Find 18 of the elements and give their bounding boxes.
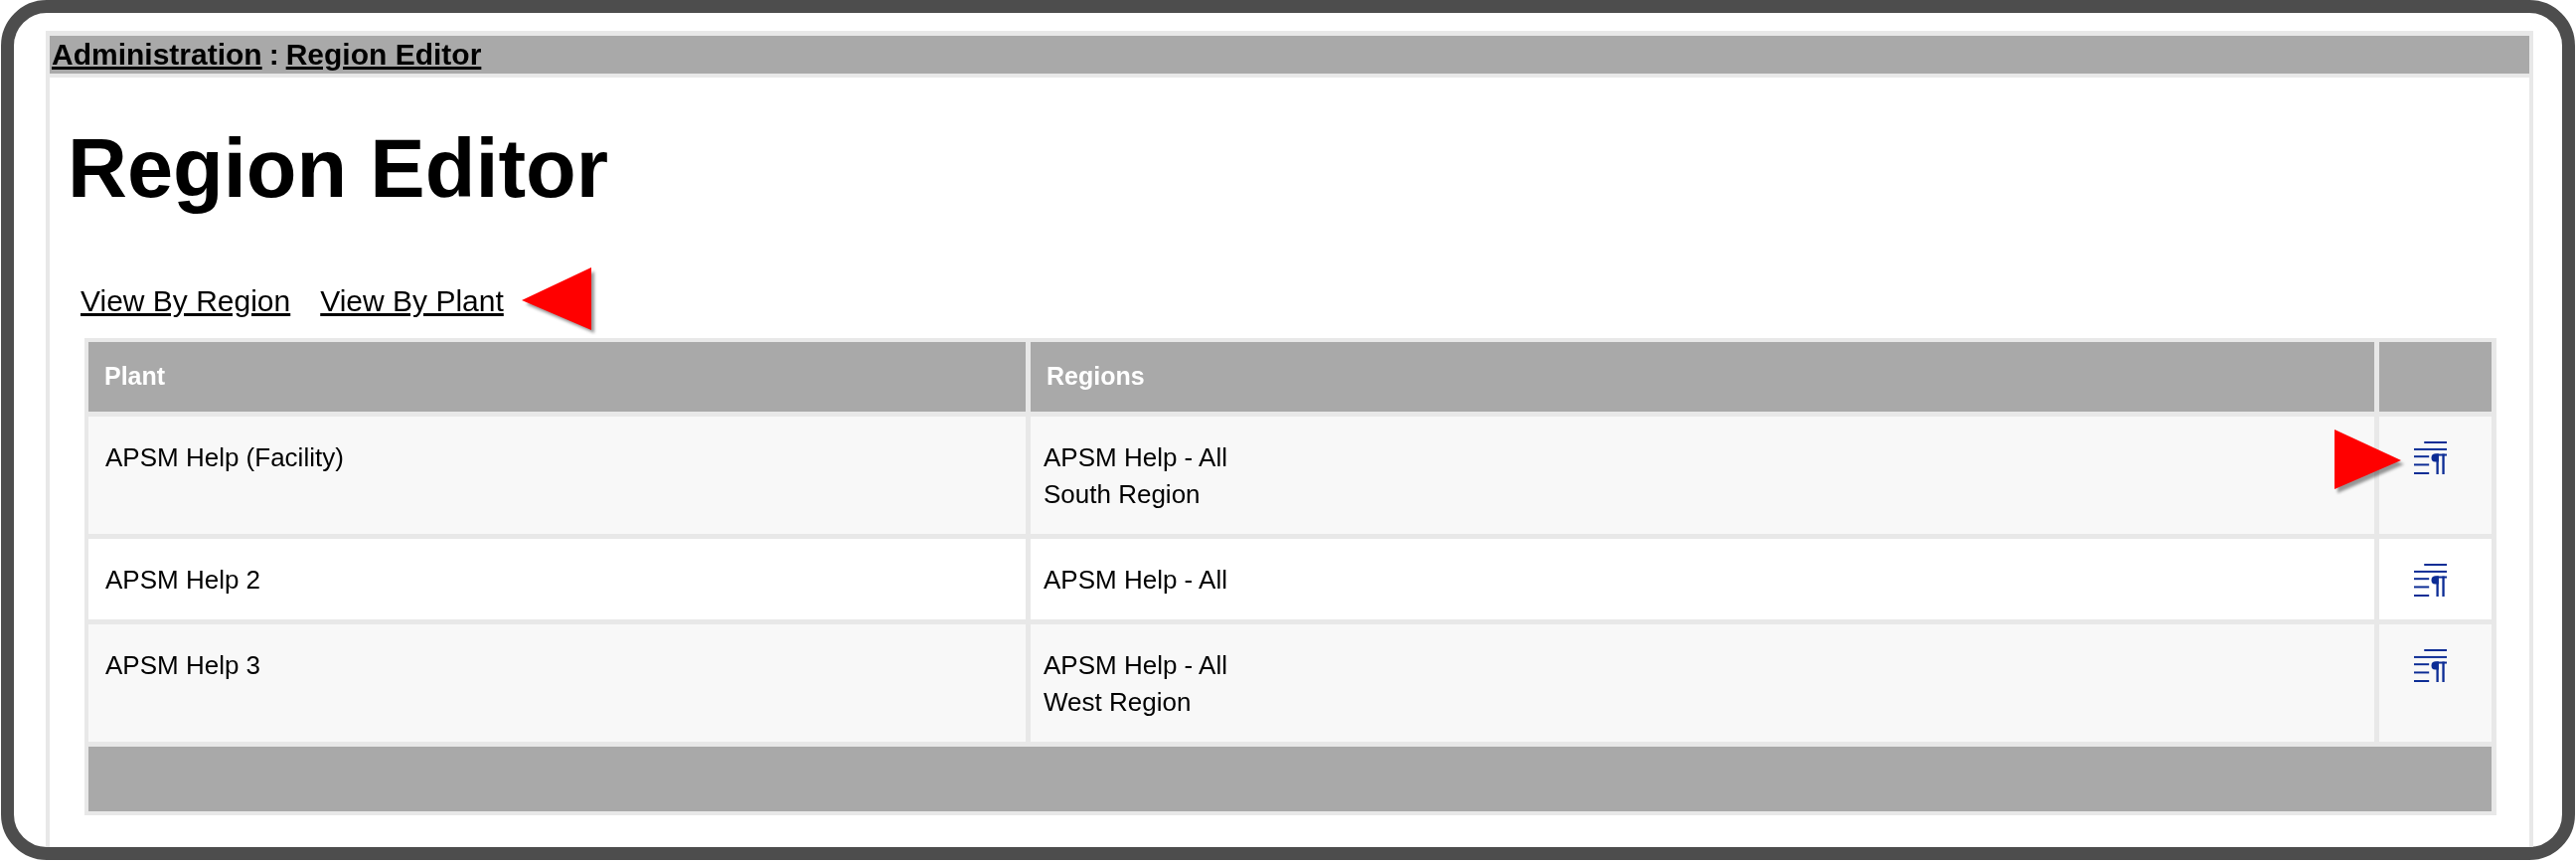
column-header: Plant [88, 342, 1026, 412]
table-cell: APSM Help 2 [88, 539, 1026, 619]
paragraph-icon[interactable] [2414, 441, 2447, 474]
table-cell: APSM Help (Facility) [88, 417, 1026, 534]
region-name: South Region [1044, 478, 1201, 511]
region-name: APSM Help - All [1044, 564, 1227, 597]
breadcrumb-link[interactable]: Administration [52, 36, 262, 74]
paragraph-icon[interactable] [2414, 649, 2447, 682]
region-name: APSM Help - All [1044, 441, 1227, 474]
view-link[interactable]: View By Plant [320, 283, 504, 319]
view-link[interactable]: View By Region [80, 283, 291, 319]
paragraph-icon[interactable] [2414, 564, 2447, 597]
breadcrumb-separator: : [268, 37, 279, 73]
column-header: Regions [1031, 342, 2374, 412]
table-cell: APSM Help 3 [88, 624, 1026, 742]
breadcrumb-link[interactable]: Region Editor [285, 36, 482, 74]
region-name: APSM Help - All [1044, 649, 1227, 682]
region-name: West Region [1044, 686, 1192, 719]
